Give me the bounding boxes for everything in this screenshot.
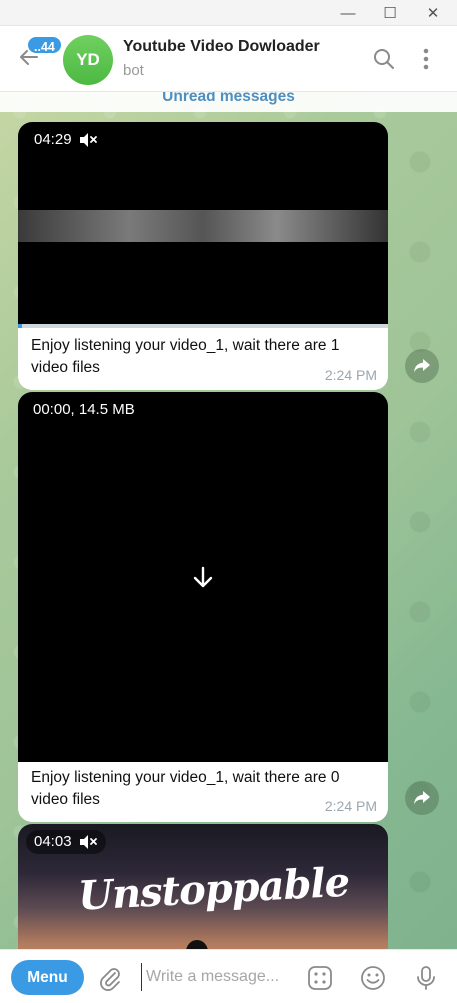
forward-button[interactable] [405,349,439,383]
video-player[interactable]: 04:29 [18,122,388,328]
video-player[interactable]: 04:03 Unstoppable [18,824,388,949]
attach-button[interactable] [96,964,124,992]
video-duration-size: 00:00, 14.5 MB [33,401,135,418]
video-duration-badge: 04:03 [26,830,106,854]
chat-area[interactable]: Unread messages 04:29 Enjoy listening yo… [0,92,457,949]
chat-status: bot [123,62,144,79]
chat-title[interactable]: Youtube Video Dowloader [123,38,320,56]
commands-grid-icon [308,966,332,990]
smiley-icon [361,966,385,990]
video-thumbnail-title: Unstoppable [76,858,351,920]
video-progress-track [18,324,388,328]
forward-button[interactable] [405,781,439,815]
chat-header: ..44 YD Youtube Video Dowloader bot [0,26,457,92]
close-button[interactable]: ✕ [418,3,448,23]
video-frame [18,210,388,242]
thumbnail-figure [186,940,208,949]
video-duration: 04:03 [34,833,72,850]
message-bubble[interactable]: 00:00, 14.5 MB Enjoy listening your vide… [18,392,388,822]
download-button[interactable] [189,564,217,592]
window-titlebar: — ☐ ✕ [0,0,457,26]
message-time: 2:24 PM [324,798,377,814]
menu-button[interactable]: Menu [11,960,84,995]
search-button[interactable] [371,46,397,72]
unread-count-badge: ..44 [26,35,63,55]
message-time: 2:24 PM [324,367,377,383]
paperclip-icon [100,968,120,991]
search-icon [374,49,394,69]
video-player[interactable]: 00:00, 14.5 MB [18,392,388,762]
message-composer: Menu [0,949,457,1003]
microphone-icon [417,966,435,990]
muted-speaker-icon [79,133,97,147]
video-size-badge: 00:00, 14.5 MB [26,398,143,422]
more-vertical-icon [423,48,429,70]
video-progress-fill [18,324,22,328]
unread-messages-divider: Unread messages [0,92,457,112]
message-bubble[interactable]: 04:29 Enjoy listening your video_1, wait… [18,122,388,390]
emoji-button[interactable] [359,964,387,992]
video-duration-badge: 04:29 [26,128,106,152]
message-bubble[interactable]: 04:03 Unstoppable [18,824,388,949]
minimize-button[interactable]: — [333,3,363,23]
more-options-button[interactable] [413,46,439,72]
message-input[interactable] [141,963,291,991]
forward-arrow-icon [414,359,430,373]
muted-speaker-icon [79,835,97,849]
download-arrow-icon [193,566,213,588]
voice-message-button[interactable] [412,964,440,992]
bot-commands-button[interactable] [306,964,334,992]
avatar[interactable]: YD [63,35,113,85]
maximize-button[interactable]: ☐ [375,3,405,23]
forward-arrow-icon [414,791,430,805]
video-duration: 04:29 [34,131,72,148]
